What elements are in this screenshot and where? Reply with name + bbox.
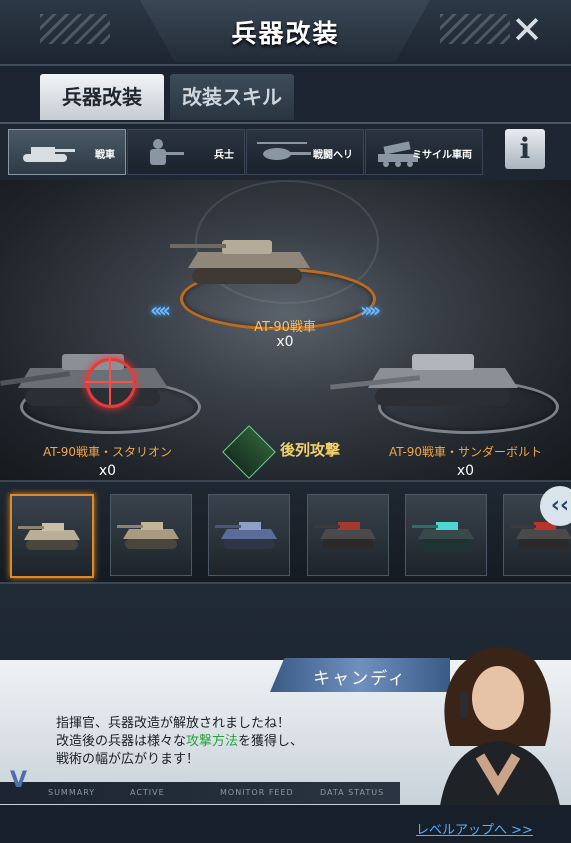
- category-bar: 戦車 兵士 戦闘ヘリ ミサイル車両 i: [0, 126, 571, 180]
- page-title: 兵器改装: [231, 19, 340, 48]
- tab-weapon-upgrade[interactable]: 兵器改装: [40, 74, 164, 120]
- level-up-link[interactable]: レベルアップへ >>: [416, 819, 533, 838]
- left-tank-count: x0: [98, 463, 117, 479]
- category-tank-label: 戦車: [95, 150, 115, 161]
- tank-icon: [23, 147, 75, 162]
- tank-stage: ‹‹‹‹ ›››› AT-90戦車 x0 AT-90戦車・スタリオン x0 AT…: [0, 180, 571, 480]
- rear-attack-icon: [222, 425, 276, 479]
- tank-thumbnail[interactable]: [110, 494, 192, 576]
- soldier-icon: [150, 139, 184, 165]
- category-soldier[interactable]: 兵士: [127, 129, 245, 175]
- right-tank-count: x0: [456, 463, 475, 479]
- tank-thumbnail-icon: [18, 523, 80, 550]
- category-missile-vehicle-label: ミサイル車両: [412, 150, 472, 161]
- tank-thumbnail-strip: [0, 480, 571, 584]
- v-logo-icon: V: [10, 768, 28, 793]
- tank-thumbnail[interactable]: [405, 494, 487, 576]
- footer-label: ACTIVE: [130, 788, 165, 797]
- tank-thumbnail[interactable]: [10, 494, 94, 578]
- dialog-line-2: 改造後の兵器は様々な攻撃方法を獲得し、: [56, 733, 376, 751]
- footer-label: SUMMARY: [48, 788, 96, 797]
- category-missile-vehicle[interactable]: ミサイル車両: [365, 129, 483, 175]
- center-tank-count: x0: [276, 334, 294, 350]
- rear-attack-label: 後列攻撃: [280, 441, 341, 459]
- dialog-line-2-start: 改造後の兵器は様々な: [56, 734, 187, 749]
- dialog-line-1: 指揮官、兵器改造が解放されましたね！: [56, 716, 291, 731]
- dialog-highlight: 攻撃方法: [186, 734, 239, 749]
- category-helicopter-label: 戦闘ヘリ: [313, 150, 353, 161]
- category-soldier-label: 兵士: [214, 150, 234, 161]
- tank-thumbnail[interactable]: [307, 494, 389, 576]
- category-helicopter[interactable]: 戦闘ヘリ: [246, 129, 364, 175]
- dialog-footer-bar: SUMMARY ACTIVE MONITOR FEED DATA STATUS: [0, 782, 400, 804]
- close-button[interactable]: ✕: [507, 10, 547, 50]
- tank-thumbnail-icon: [215, 522, 277, 549]
- category-tank[interactable]: 戦車: [8, 129, 126, 175]
- footer-label: MONITOR FEED: [220, 788, 294, 797]
- target-reticle-icon: [85, 357, 136, 408]
- right-tank-name: AT-90戦車・サンダーボルト: [388, 445, 543, 459]
- tank-right-image[interactable]: [330, 340, 530, 415]
- arrows-left-icon: ‹‹‹‹: [150, 298, 171, 322]
- dialog-text: 指揮官、兵器改造が解放されましたね！ 改造後の兵器は様々な攻撃方法を獲得し、 戦…: [56, 715, 376, 769]
- center-tank-name: AT-90戦車: [254, 320, 316, 335]
- tab-divider: [0, 122, 571, 124]
- info-button[interactable]: i: [505, 129, 545, 169]
- tank-thumbnail-icon: [314, 522, 376, 549]
- tank-thumbnail[interactable]: [208, 494, 290, 576]
- footer-label: DATA STATUS: [320, 788, 385, 797]
- dialog-line-3: 戦術の幅が広がります！: [56, 752, 200, 767]
- helicopter-icon: [257, 142, 311, 160]
- tank-thumbnail-icon: [117, 522, 179, 549]
- tank-thumbnail-icon: [412, 522, 474, 549]
- tank-center-image[interactable]: [170, 230, 330, 292]
- dialog-line-2-end: を獲得し、: [238, 734, 304, 749]
- tab-upgrade-skill[interactable]: 改装スキル: [170, 74, 294, 120]
- close-icon: ✕: [511, 8, 543, 52]
- character-portrait: [440, 647, 560, 806]
- left-tank-name: AT-90戦車・スタリオン: [42, 445, 173, 459]
